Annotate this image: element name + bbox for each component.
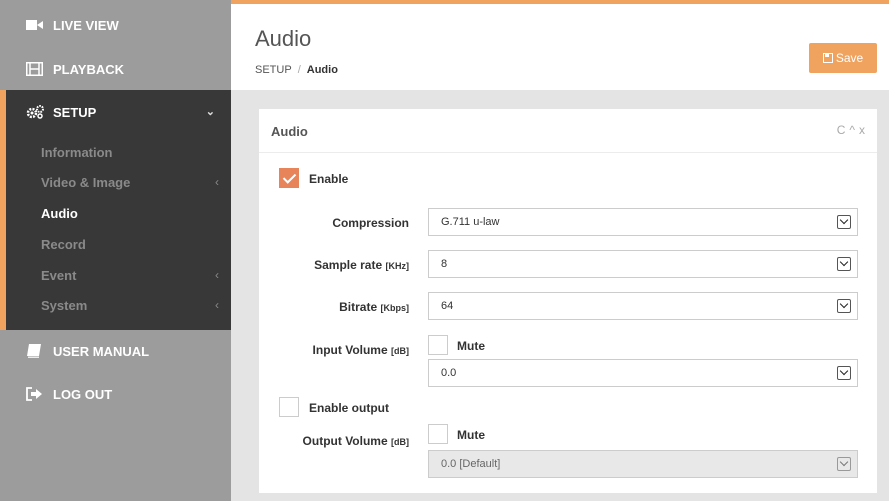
film-icon <box>26 62 43 76</box>
sample-rate-label: Sample rate [KHz] <box>314 258 410 272</box>
nav-playback-label: PLAYBACK <box>53 61 125 77</box>
output-volume-label: Output Volume [dB] <box>302 434 409 448</box>
input-volume-value: 0.0 <box>441 367 457 379</box>
output-mute-checkbox[interactable] <box>428 424 448 444</box>
input-volume-select[interactable]: 0.0 <box>428 359 858 387</box>
setup-item-label: Video & Image <box>41 174 131 190</box>
save-button-label: Save <box>835 51 864 65</box>
nav-setup[interactable]: SETUP ⌄ <box>6 90 231 134</box>
setup-item-system[interactable]: System ‹ <box>6 290 231 320</box>
bitrate-select[interactable]: 64 <box>428 292 858 320</box>
nav-user-manual[interactable]: USER MANUAL <box>0 329 231 373</box>
setup-menu: SETUP ⌄ Information Video & Image ‹ Audi… <box>0 90 231 330</box>
save-button[interactable]: Save <box>809 43 877 73</box>
enable-label: Enable <box>309 172 349 186</box>
collapse-icon[interactable]: ^ <box>849 123 859 137</box>
setup-item-label: Record <box>41 236 86 252</box>
breadcrumb-separator: / <box>297 64 301 76</box>
chevron-left-icon: ‹ <box>215 268 219 282</box>
setup-item-label: Audio <box>41 205 78 221</box>
breadcrumb: SETUP / Audio <box>255 64 338 76</box>
chevron-left-icon: ‹ <box>215 298 219 312</box>
compression-value: G.711 u-law <box>441 216 500 228</box>
chevron-down-icon <box>837 457 851 471</box>
chevron-down-icon: ⌄ <box>205 106 215 118</box>
nav-playback[interactable]: PLAYBACK <box>0 47 231 91</box>
refresh-icon[interactable]: C <box>837 123 850 137</box>
setup-item-label: System <box>41 297 88 313</box>
compression-select[interactable]: G.711 u-law <box>428 208 858 236</box>
sample-rate-value: 8 <box>441 258 448 270</box>
setup-item-video-image[interactable]: Video & Image ‹ <box>6 167 231 197</box>
nav-setup-label: SETUP <box>53 104 97 120</box>
nav-live-view[interactable]: LIVE VIEW <box>0 3 231 47</box>
breadcrumb-setup[interactable]: SETUP <box>255 64 292 76</box>
nav-live-view-label: LIVE VIEW <box>53 17 119 33</box>
chevron-down-icon <box>837 257 851 271</box>
panel-title: Audio <box>271 124 308 139</box>
enable-output-checkbox[interactable] <box>279 397 299 417</box>
page-title: Audio <box>255 26 312 51</box>
nav-log-out-label: LOG OUT <box>53 386 113 402</box>
output-mute-label: Mute <box>457 428 485 442</box>
bitrate-value: 64 <box>441 300 454 312</box>
bitrate-unit: [Kbps] <box>380 303 410 313</box>
setup-item-event[interactable]: Event ‹ <box>6 260 231 290</box>
close-icon[interactable]: x <box>859 123 869 137</box>
chevron-down-icon <box>837 215 851 229</box>
chevron-left-icon: ‹ <box>215 175 219 189</box>
panel-header: Audio C^x <box>259 109 877 153</box>
chevron-down-icon <box>837 299 851 313</box>
breadcrumb-current: Audio <box>306 64 338 76</box>
output-volume-unit: [dB] <box>391 437 409 447</box>
output-volume-select[interactable]: 0.0 [Default] <box>428 450 858 478</box>
input-volume-label: Input Volume [dB] <box>312 343 409 357</box>
chevron-down-icon <box>837 366 851 380</box>
enable-output-label: Enable output <box>309 401 389 415</box>
nav-log-out[interactable]: LOG OUT <box>0 372 231 416</box>
nav-user-manual-label: USER MANUAL <box>53 343 150 359</box>
sidebar: LIVE VIEW PLAYBACK SETUP ⌄ Information V… <box>0 0 231 501</box>
setup-item-audio[interactable]: Audio <box>6 198 231 228</box>
sign-out-icon <box>26 387 43 401</box>
panel-tools: C^x <box>837 123 869 137</box>
input-volume-unit: [dB] <box>391 346 409 356</box>
bitrate-label: Bitrate [Kbps] <box>339 300 410 314</box>
video-camera-icon <box>26 18 43 32</box>
floppy-disk-icon <box>822 53 833 63</box>
page-header: Audio SETUP / Audio Save <box>231 4 889 90</box>
gears-icon <box>26 105 44 119</box>
output-volume-value: 0.0 [Default] <box>441 458 501 470</box>
enable-checkbox[interactable] <box>279 168 299 188</box>
setup-item-record[interactable]: Record <box>6 229 231 259</box>
input-mute-checkbox[interactable] <box>428 335 448 355</box>
sample-rate-select[interactable]: 8 <box>428 250 858 278</box>
book-icon <box>26 344 43 358</box>
input-mute-label: Mute <box>457 339 485 353</box>
setup-item-information[interactable]: Information <box>6 137 231 167</box>
setup-item-label: Event <box>41 267 77 283</box>
sample-rate-unit: [KHz] <box>385 261 410 271</box>
setup-item-label: Information <box>41 144 113 160</box>
compression-label: Compression <box>332 216 409 230</box>
audio-panel: Audio C^x Enable Compression G.711 u-law… <box>258 108 878 494</box>
